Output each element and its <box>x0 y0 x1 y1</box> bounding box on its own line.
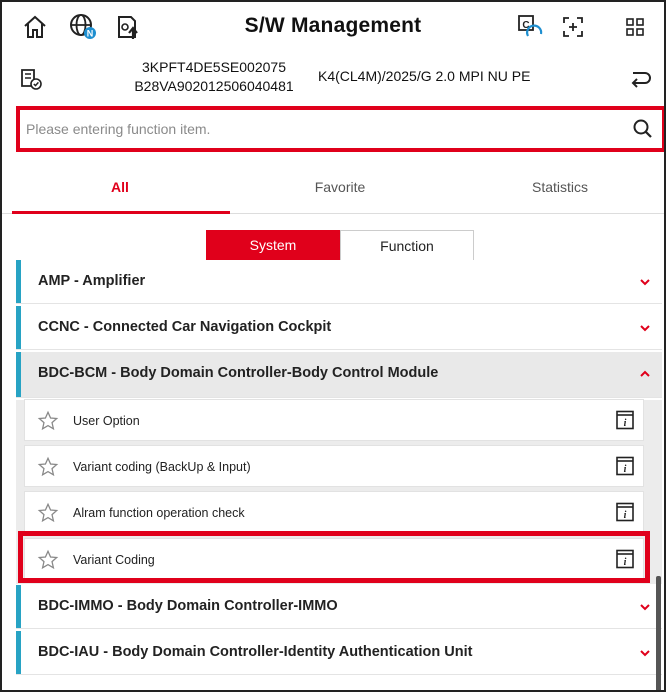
category-accent-bar <box>16 260 21 303</box>
function-item-alarm-check[interactable]: Alram function operation check i <box>24 491 644 533</box>
category-bdc-iau[interactable]: BDC-IAU - Body Domain Controller-Identit… <box>16 631 662 675</box>
grid-menu-icon[interactable] <box>620 12 650 42</box>
category-label: BDC-IAU - Body Domain Controller-Identit… <box>38 644 473 660</box>
category-accent-bar <box>16 306 21 349</box>
svg-text:i: i <box>624 464 627 475</box>
function-label: User Option <box>73 414 140 428</box>
favorite-star-icon[interactable] <box>37 549 59 571</box>
function-item-variant-coding-backup[interactable]: Variant coding (BackUp & Input) i <box>24 445 644 487</box>
return-icon[interactable] <box>628 66 652 90</box>
chevron-down-icon[interactable] <box>638 600 652 614</box>
info-icon[interactable]: i <box>615 502 635 522</box>
tab-all[interactable]: All <box>10 164 230 214</box>
category-amp[interactable]: AMP - Amplifier <box>16 260 662 304</box>
favorite-star-icon[interactable] <box>37 502 59 524</box>
tab-statistics[interactable]: Statistics <box>450 164 664 212</box>
svg-text:i: i <box>624 557 627 568</box>
search-icon[interactable] <box>632 118 654 140</box>
chevron-down-icon[interactable] <box>638 275 652 289</box>
screen-capture-icon[interactable] <box>558 12 588 42</box>
top-bar: N S/W Management C <box>2 2 664 54</box>
scrollbar[interactable] <box>656 576 661 690</box>
category-label: BDC-BCM - Body Domain Controller-Body Co… <box>38 365 439 381</box>
vehicle-code: B28VA902012506040481 <box>134 78 294 94</box>
category-bdc-bcm[interactable]: BDC-BCM - Body Domain Controller-Body Co… <box>16 352 662 398</box>
tab-favorite[interactable]: Favorite <box>230 164 450 212</box>
app-window: N S/W Management C 3KPFT4DE5SE002075 B28… <box>0 0 666 692</box>
system-toggle-button[interactable]: System <box>206 230 340 262</box>
info-icon[interactable]: i <box>615 549 635 569</box>
cloud-sync-icon[interactable]: C <box>514 12 544 42</box>
vehicle-info-bar: 3KPFT4DE5SE002075 B28VA902012506040481 K… <box>2 54 664 102</box>
function-label: Variant coding (BackUp & Input) <box>73 460 251 474</box>
category-label: BDC-IMMO - Body Domain Controller-IMMO <box>38 598 338 614</box>
info-icon[interactable]: i <box>615 410 635 430</box>
search-box <box>16 106 664 152</box>
category-accent-bar <box>16 352 21 397</box>
info-icon[interactable]: i <box>615 456 635 476</box>
function-item-user-option[interactable]: User Option i <box>24 399 644 441</box>
chevron-down-icon[interactable] <box>638 646 652 660</box>
favorite-star-icon[interactable] <box>37 410 59 432</box>
function-item-variant-coding[interactable]: Variant Coding i <box>24 538 644 580</box>
vehicle-model: K4(CL4M)/2025/G 2.0 MPI NU PE <box>318 68 531 84</box>
tab-bar: All Favorite Statistics <box>2 164 664 214</box>
svg-text:i: i <box>624 510 627 521</box>
category-ccnc[interactable]: CCNC - Connected Car Navigation Cockpit <box>16 306 662 350</box>
search-input[interactable] <box>26 117 616 141</box>
category-label: AMP - Amplifier <box>38 273 146 289</box>
function-label: Alram function operation check <box>73 506 245 520</box>
favorite-star-icon[interactable] <box>37 456 59 478</box>
vehicle-id-block: 3KPFT4DE5SE002075 B28VA902012506040481 <box>114 58 314 96</box>
svg-text:i: i <box>624 418 627 429</box>
category-bdc-immo[interactable]: BDC-IMMO - Body Domain Controller-IMMO <box>16 585 662 629</box>
chevron-down-icon[interactable] <box>638 321 652 335</box>
category-accent-bar <box>16 631 21 674</box>
vin-number: 3KPFT4DE5SE002075 <box>142 59 286 75</box>
vehicle-check-icon[interactable] <box>18 66 44 92</box>
function-label: Variant Coding <box>73 553 155 567</box>
category-label: CCNC - Connected Car Navigation Cockpit <box>38 319 332 335</box>
category-accent-bar <box>16 585 21 628</box>
function-toggle-button[interactable]: Function <box>340 230 474 262</box>
chevron-up-icon[interactable] <box>638 367 652 381</box>
